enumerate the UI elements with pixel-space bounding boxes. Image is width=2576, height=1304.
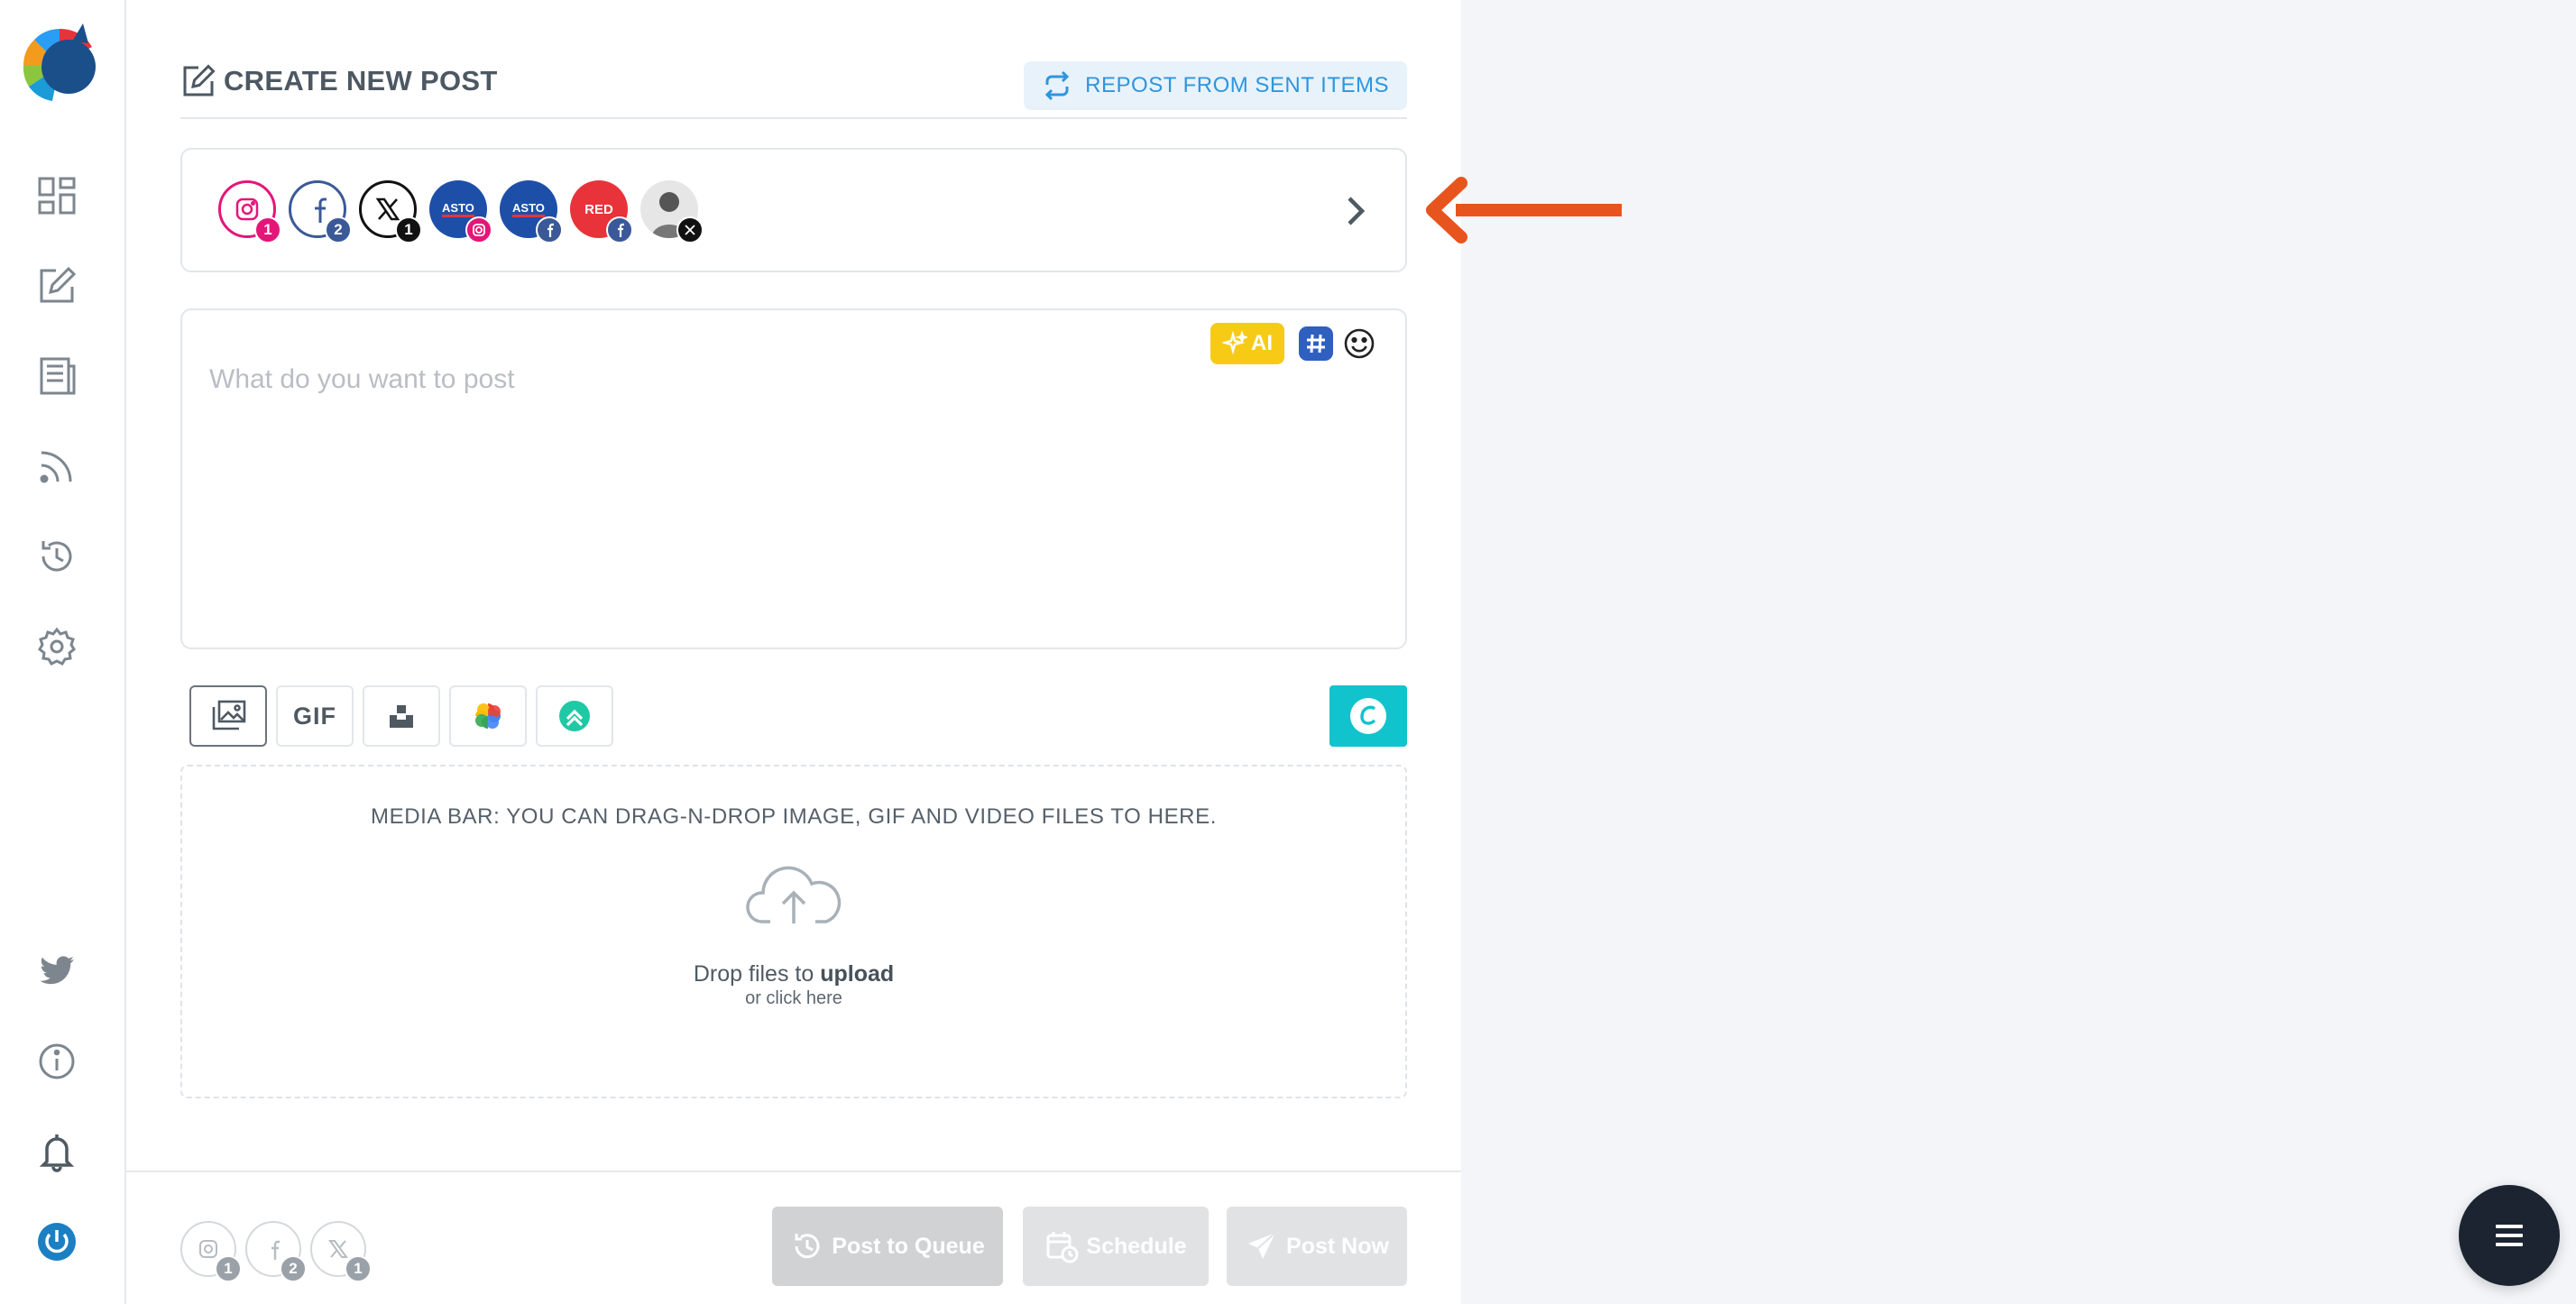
calendar-clock-icon: [1046, 1232, 1079, 1263]
page-title: CREATE NEW POST: [180, 63, 498, 99]
nav-history-icon[interactable]: [34, 534, 79, 579]
image-library-button[interactable]: [189, 685, 267, 747]
nav-feed-icon[interactable]: [34, 444, 79, 489]
account-red-facebook[interactable]: RED: [570, 180, 633, 243]
footer-bar: 1 2 1 Post to Queue Schedule Post Now: [126, 1171, 1461, 1304]
chevron-right-icon[interactable]: [1337, 189, 1376, 233]
account-count-badge: 2: [325, 216, 352, 243]
post-now-label: Post Now: [1286, 1233, 1389, 1259]
post-editor: AI: [180, 308, 1407, 649]
annotation-arrow-icon: [1426, 177, 1622, 243]
dropzone-title: MEDIA BAR: YOU CAN DRAG-N-DROP IMAGE, GI…: [371, 804, 1217, 829]
hashtag-button[interactable]: [1299, 326, 1333, 361]
ai-assist-button[interactable]: AI: [1210, 323, 1284, 364]
facebook-badge-icon: [536, 216, 563, 243]
facebook-icon: [315, 197, 327, 223]
account-asto-facebook[interactable]: ASTO: [500, 180, 563, 243]
unsplash-icon: [390, 705, 413, 728]
repost-from-sent-button[interactable]: REPOST FROM SENT ITEMS: [1024, 61, 1407, 110]
paper-plane-icon: [1248, 1232, 1276, 1259]
account-instagram[interactable]: 1: [218, 180, 281, 243]
account-x[interactable]: 1: [359, 180, 422, 243]
gif-button[interactable]: GIF: [276, 685, 354, 747]
post-text-input[interactable]: [209, 364, 1373, 626]
info-icon[interactable]: [34, 1039, 79, 1084]
account-count-badge: 1: [395, 216, 422, 243]
asto-avatar-label: ASTO: [512, 201, 545, 217]
page-title-text: CREATE NEW POST: [224, 65, 498, 96]
facebook-badge-icon: [606, 216, 633, 243]
schedule-button[interactable]: Schedule: [1023, 1207, 1209, 1286]
upgrade-media-button[interactable]: [536, 685, 613, 747]
cloud-upload-icon: [746, 866, 842, 923]
drop-files-text: Drop files to: [693, 961, 814, 987]
dropzone-main-text: Drop files to upload: [182, 961, 1405, 987]
double-chevron-up-icon: [559, 701, 590, 731]
nav-settings-gear-icon[interactable]: [34, 624, 79, 669]
repost-label: REPOST FROM SENT ITEMS: [1085, 73, 1389, 97]
footer-count-badge: 1: [345, 1255, 372, 1282]
instagram-icon: [199, 1240, 217, 1258]
canva-icon: [1350, 698, 1386, 734]
instagram-badge-icon: [465, 216, 492, 243]
account-asto-instagram[interactable]: ASTO: [429, 180, 492, 243]
instagram-icon: [235, 197, 259, 221]
floating-menu-button[interactable]: [2459, 1185, 2560, 1286]
x-logo-icon: [328, 1240, 348, 1258]
upload-bold-text: upload: [820, 961, 895, 987]
account-count-badge: 1: [254, 216, 281, 243]
emoji-icon[interactable]: [1342, 326, 1376, 361]
post-to-queue-button[interactable]: Post to Queue: [772, 1207, 1003, 1286]
nav-dashboard-icon[interactable]: [34, 173, 79, 218]
sidebar: [0, 0, 126, 1304]
hamburger-menu-icon: [2496, 1225, 2523, 1246]
queue-clock-icon: [795, 1234, 820, 1259]
twitter-icon[interactable]: [34, 949, 79, 994]
footer-count-badge: 2: [280, 1255, 307, 1282]
notifications-bell-icon[interactable]: [34, 1129, 79, 1174]
footer-count-badge: 1: [215, 1255, 242, 1282]
footer-x-count: 1: [310, 1221, 372, 1282]
repost-icon: [1045, 70, 1070, 101]
google-photos-icon: [475, 703, 501, 729]
asto-avatar-label: ASTO: [442, 201, 474, 217]
facebook-icon: [271, 1240, 280, 1260]
hashtag-icon: [1307, 334, 1325, 354]
sparkle-icon: [1222, 331, 1247, 355]
x-logo-icon: [375, 197, 400, 221]
header: CREATE NEW POST REPOST FROM SENT ITEMS: [180, 58, 1407, 119]
gif-label: GIF: [293, 702, 336, 730]
click-here-text: or click here: [745, 988, 842, 1008]
post-to-queue-label: Post to Queue: [832, 1233, 985, 1259]
post-now-button[interactable]: Post Now: [1227, 1207, 1407, 1286]
google-photos-button[interactable]: [449, 685, 527, 747]
footer-instagram-count: 1: [180, 1221, 242, 1282]
schedule-label: Schedule: [1086, 1233, 1187, 1259]
ai-label: AI: [1251, 331, 1273, 355]
account-selector[interactable]: 1 2 1 ASTO ASTO RED: [180, 148, 1407, 272]
nav-posts-icon[interactable]: [34, 354, 79, 399]
media-dropzone[interactable]: MEDIA BAR: YOU CAN DRAG-N-DROP IMAGE, GI…: [180, 765, 1407, 1098]
unsplash-button[interactable]: [363, 685, 440, 747]
canva-button[interactable]: [1329, 685, 1407, 747]
app-logo-icon[interactable]: [16, 20, 99, 106]
red-avatar-label: RED: [584, 201, 613, 217]
image-gallery-icon: [212, 700, 246, 730]
x-badge-icon: [676, 216, 704, 243]
edit-icon: [183, 64, 216, 96]
nav-compose-icon[interactable]: [34, 263, 79, 308]
account-person-x[interactable]: [640, 180, 704, 243]
power-logout-icon[interactable]: [34, 1219, 79, 1264]
account-facebook[interactable]: 2: [289, 180, 352, 243]
footer-facebook-count: 2: [245, 1221, 307, 1282]
create-post-panel: CREATE NEW POST REPOST FROM SENT ITEMS 1…: [126, 0, 1461, 1304]
